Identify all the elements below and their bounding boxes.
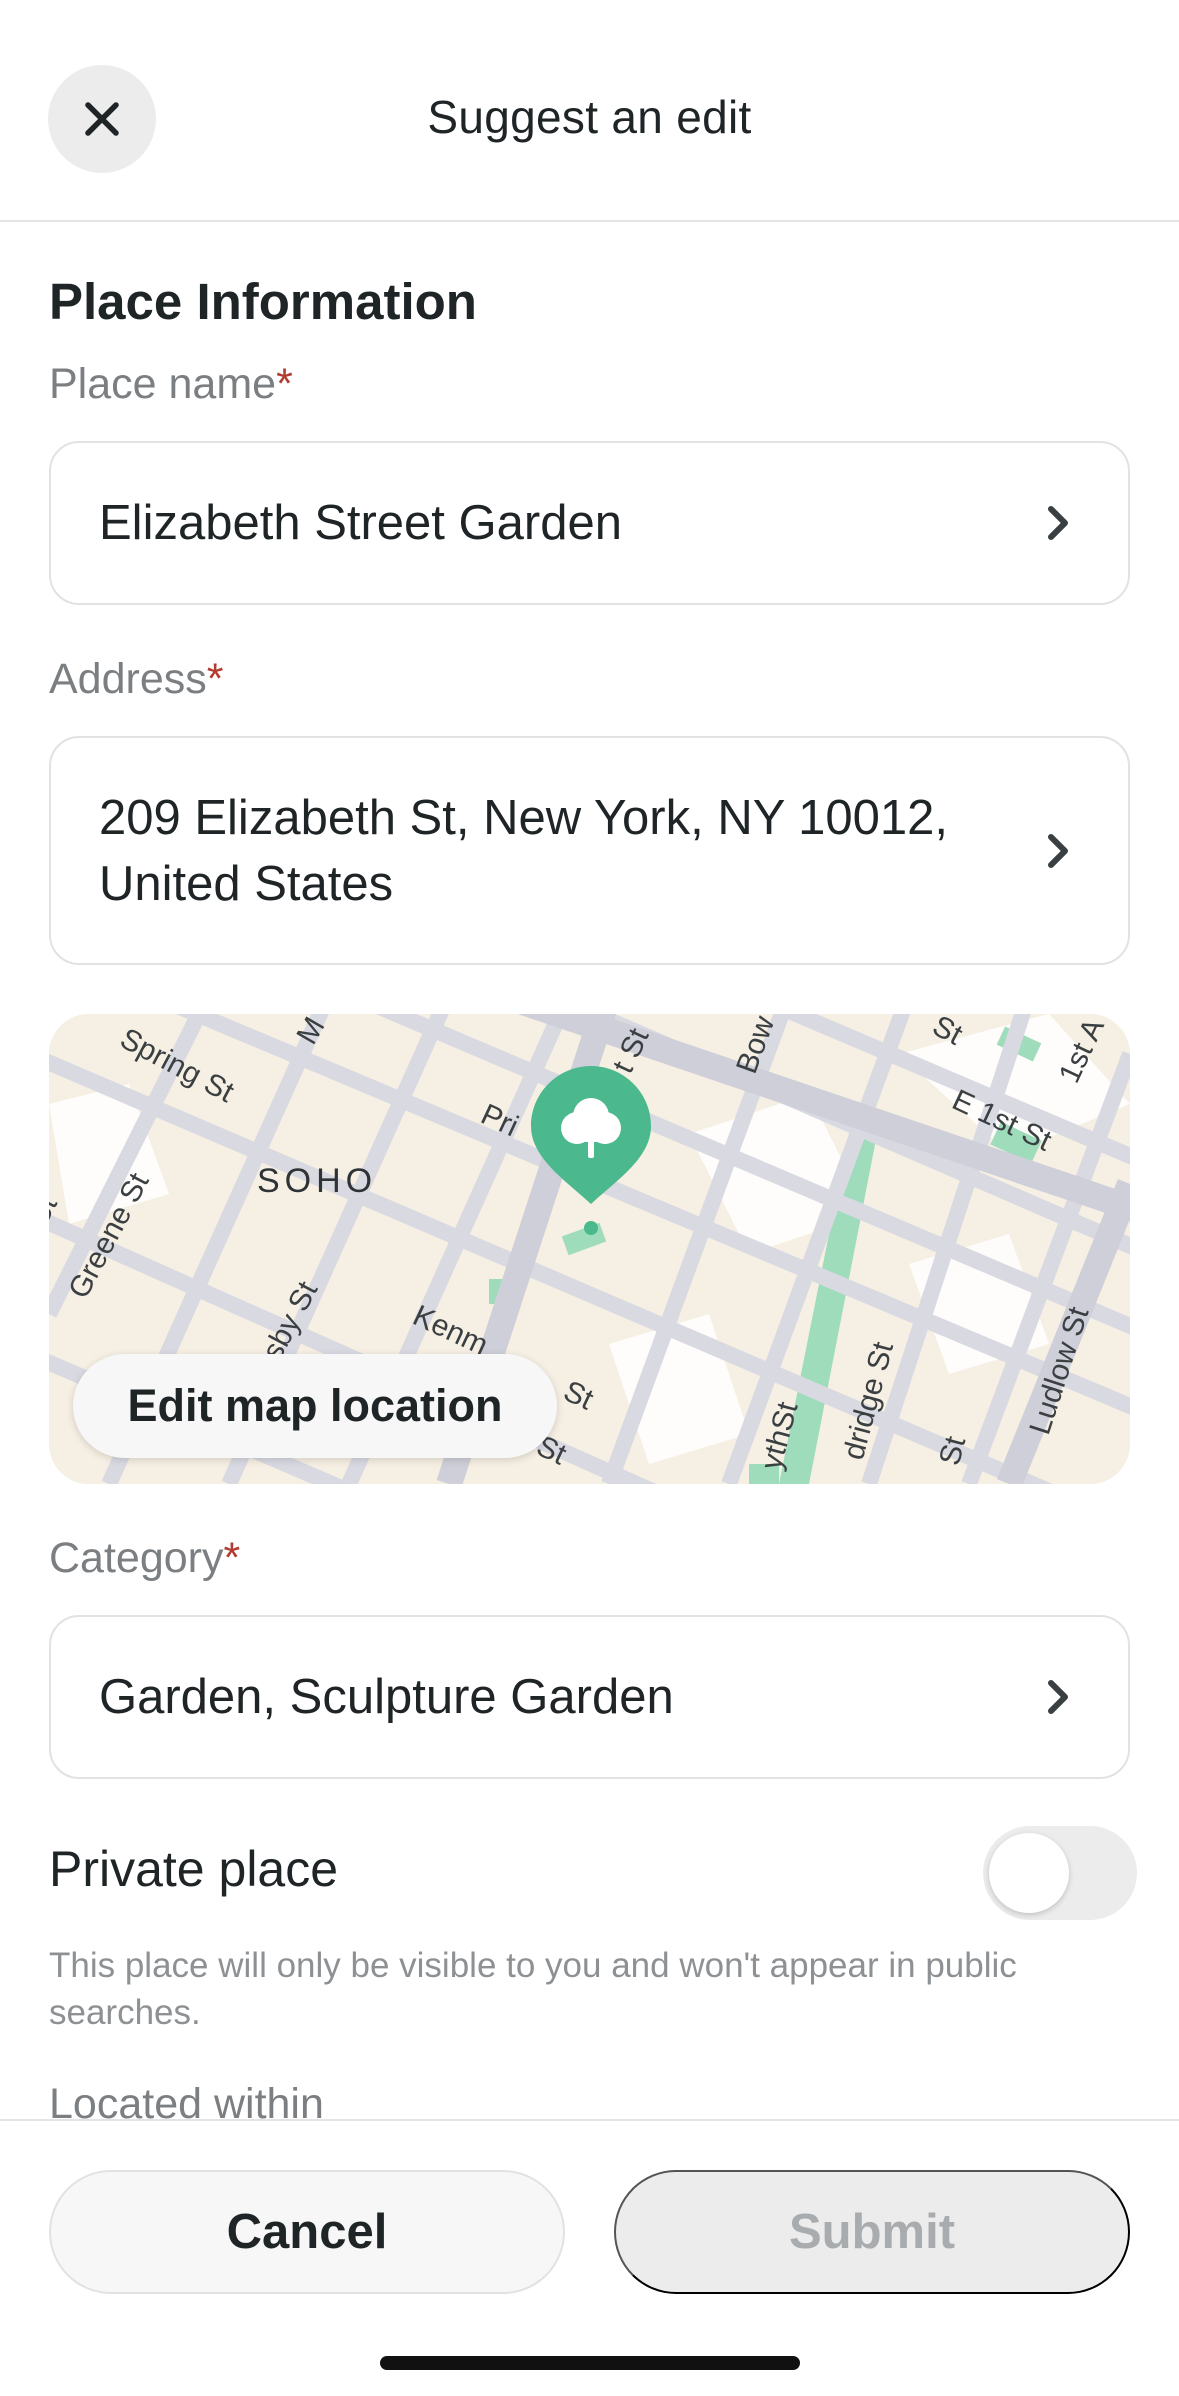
place-name-label-text: Place name bbox=[49, 360, 277, 408]
chevron-right-icon bbox=[1036, 829, 1080, 873]
private-place-toggle[interactable] bbox=[983, 1826, 1137, 1920]
required-mark: * bbox=[276, 360, 293, 408]
map-preview[interactable]: Spring St M Greene St St sby St SOHO Ken… bbox=[49, 1014, 1130, 1484]
map-neighborhood-label: SOHO bbox=[257, 1162, 378, 1200]
required-mark: * bbox=[206, 655, 224, 703]
address-label-text: Address bbox=[49, 655, 207, 703]
footer-bar: Cancel Submit bbox=[0, 2119, 1179, 2396]
section-title: Place Information bbox=[49, 273, 477, 330]
home-indicator bbox=[380, 2356, 800, 2370]
location-pin bbox=[531, 1066, 651, 1235]
address-line-2: United States bbox=[99, 856, 394, 911]
address-field[interactable]: 209 Elizabeth St, New York, NY 10012, Un… bbox=[49, 736, 1130, 965]
chevron-right-icon bbox=[1036, 1675, 1080, 1719]
submit-button[interactable]: Submit bbox=[614, 2170, 1130, 2294]
category-value: Garden, Sculpture Garden bbox=[99, 1670, 674, 1724]
private-place-help-text: This place will only be visible to you a… bbox=[49, 1946, 1017, 2032]
address-label: Address* bbox=[49, 655, 223, 704]
place-name-label: Place name* bbox=[49, 360, 293, 409]
category-label: Category* bbox=[49, 1534, 240, 1583]
address-value: 209 Elizabeth St, New York, NY 10012, Un… bbox=[99, 785, 1036, 917]
category-field[interactable]: Garden, Sculpture Garden bbox=[49, 1615, 1130, 1779]
category-label-text: Category bbox=[49, 1534, 224, 1582]
cancel-button[interactable]: Cancel bbox=[49, 2170, 565, 2294]
edit-map-location-button[interactable]: Edit map location bbox=[73, 1354, 557, 1458]
toggle-knob bbox=[989, 1833, 1069, 1913]
place-name-value: Elizabeth Street Garden bbox=[99, 496, 622, 550]
private-place-label: Private place bbox=[49, 1841, 339, 1897]
address-line-1: 209 Elizabeth St, New York, NY 10012, bbox=[99, 790, 948, 845]
header-bar: Suggest an edit bbox=[0, 0, 1179, 222]
page-title: Suggest an edit bbox=[427, 91, 752, 143]
place-name-field[interactable]: Elizabeth Street Garden bbox=[49, 441, 1130, 605]
chevron-right-icon bbox=[1036, 501, 1080, 545]
required-mark: * bbox=[223, 1534, 241, 1582]
